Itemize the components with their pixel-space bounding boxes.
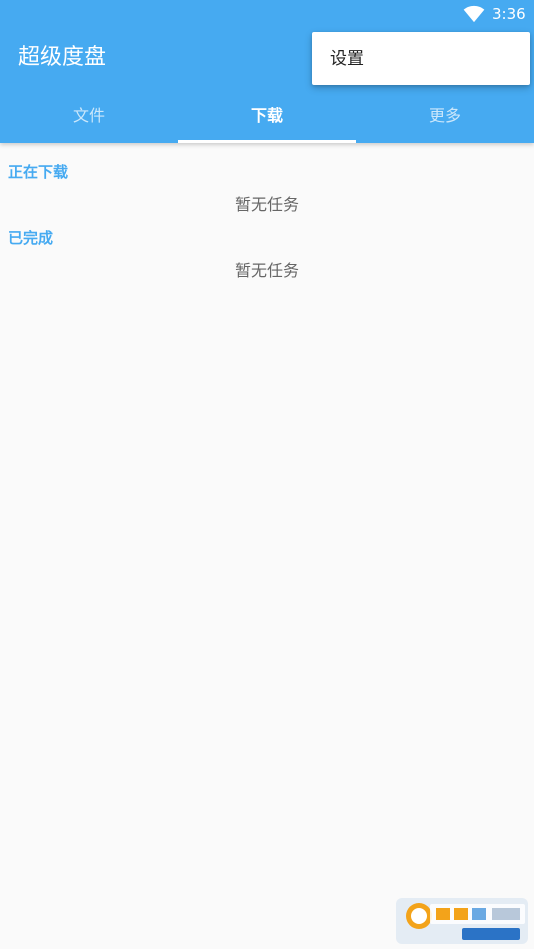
downloading-empty-text: 暂无任务 bbox=[234, 195, 299, 214]
status-bar: 3:36 bbox=[0, 0, 534, 28]
overflow-menu: 设置 bbox=[312, 32, 530, 85]
menu-item-settings[interactable]: 设置 bbox=[312, 32, 530, 85]
tab-files[interactable]: 文件 bbox=[0, 96, 178, 143]
section-title-downloading: 正在下载 bbox=[8, 163, 69, 181]
status-time: 3:36 bbox=[492, 5, 526, 23]
completed-empty-text: 暂无任务 bbox=[234, 261, 299, 280]
wifi-icon bbox=[463, 5, 485, 23]
tab-bar: 文件 下载 更多 bbox=[0, 96, 534, 143]
watermark-logo bbox=[396, 898, 528, 944]
section-title-completed: 已完成 bbox=[8, 229, 54, 247]
app-title: 超级度盘 bbox=[18, 45, 107, 70]
app-screen: 3:36 超级度盘 文件 下载 更多 正在下载 暂无任务 已完成 暂无任务 设置 bbox=[0, 0, 534, 949]
tab-downloads[interactable]: 下载 bbox=[178, 96, 356, 143]
tab-more[interactable]: 更多 bbox=[356, 96, 534, 143]
tab-indicator bbox=[178, 140, 356, 143]
menu-item-label: 设置 bbox=[330, 49, 364, 69]
